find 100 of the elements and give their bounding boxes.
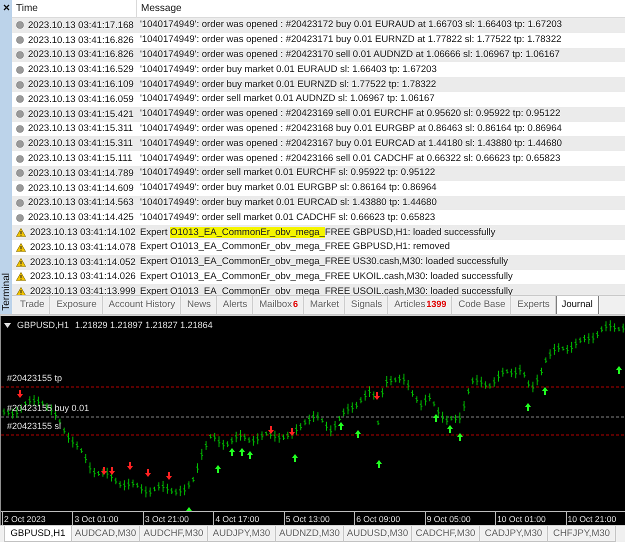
terminal-tab[interactable]: Trade (14, 296, 50, 314)
info-dot-icon (16, 124, 24, 133)
time-cell: 2023.10.13 03:41:16.059 (28, 94, 134, 105)
chart-quote: 1.21829 1.21897 1.21827 1.21864 (75, 320, 213, 330)
info-dot-icon (16, 36, 24, 44)
down-arrow-icon (289, 428, 295, 436)
down-arrow-icon (374, 392, 380, 400)
info-dot-icon (16, 66, 24, 74)
time-cell: 2023.10.13 03:41:14.052 (30, 256, 136, 268)
warning-icon (16, 272, 26, 282)
message-cell-text: Expert O1013_EA_CommonEr_obv_mega_FREE UKOIL.cash,M30: loaded successfully (139, 270, 513, 283)
message-cell-text: '1040174949': order buy market 0.01 EURNZD sl: 1.77522 tp: 1.78322 (139, 78, 436, 91)
time-cell: 2023.10.13 03:41:16.826 (28, 49, 134, 60)
up-arrow-icon (525, 403, 531, 411)
message-cell-text: '1040174949': order was opened : #20423169 sell 0.01 EURCHF at 0.95620 sl: 0.95922 tp: 0.95122 (139, 108, 560, 120)
up-arrow-icon (292, 454, 298, 462)
close-icon[interactable] (2, 4, 10, 11)
terminal-tab[interactable]: News (181, 296, 217, 314)
info-dot-icon (16, 169, 24, 178)
down-arrow-icon (17, 390, 23, 398)
message-cell-text: '1040174949': order was opened : #20423167 buy 0.01 EURCAD at 1.44180 sl: 1.43880 tp: 1.44680 (139, 138, 562, 150)
time-cell: 2023.10.13 03:41:14.026 (30, 271, 136, 282)
info-dot-icon (16, 80, 24, 89)
info-dot-icon (16, 50, 24, 59)
message-cell-text: Expert O1013_EA_CommonEr_obv_mega_FREE GBPUSD,H1: loaded successfully (139, 226, 496, 239)
info-dot-icon (16, 184, 24, 192)
message-cell-text: '1040174949': order sell market 0.01 CADCHF sl: 0.66623 tp: 0.65823 (139, 212, 436, 224)
warning-icon (16, 228, 26, 238)
time-cell: 2023.10.13 03:41:13.999 (30, 286, 136, 295)
time-cell: 2023.10.13 03:41:15.311 (28, 123, 133, 134)
terminal-tab[interactable]: Signals (345, 296, 388, 314)
message-cell-text: '1040174949': order was opened : #20423172 buy 0.01 EURAUD at 1.66703 sl: 1.66403 tp: 1.67203 (139, 19, 562, 32)
time-cell: 2023.10.13 03:41:16.109 (28, 79, 134, 90)
up-arrow-icon (215, 465, 221, 473)
chart-tab[interactable]: AUDCAD,M30 (72, 526, 140, 542)
chart-tab[interactable]: AUDNZD,M30 (276, 526, 344, 542)
dropdown-triangle-icon[interactable] (4, 322, 11, 328)
column-header[interactable]: Message (137, 0, 625, 17)
warning-icon (16, 258, 26, 267)
warning-icon (16, 242, 26, 252)
info-dot-icon (16, 154, 24, 163)
price-level-label: #20423155 sl (7, 421, 62, 431)
time-cell: 2023.10.13 03:41:17.168 (28, 20, 134, 31)
info-dot-icon (16, 95, 24, 104)
terminal-tab[interactable]: Mailbox6 (253, 296, 304, 314)
time-cell: 2023.10.13 03:41:14.563 (28, 197, 134, 208)
message-cell-text: '1040174949': order sell market 0.01 AUDNZD sl: 1.06967 tp: 1.06167 (139, 93, 435, 106)
terminal-tab[interactable]: Account History (102, 296, 182, 314)
chart-tab[interactable]: AUDUSD,M30 (344, 526, 412, 542)
time-cell: 2023.10.13 03:41:15.311 (28, 138, 133, 150)
info-dot-icon (16, 198, 24, 207)
terminal-tab[interactable]: Alerts (216, 296, 254, 314)
chart-symbol: GBPUSD,H1 (17, 320, 70, 330)
terminal-tab[interactable]: Journal (556, 296, 599, 314)
message-cell-text: '1040174949': order was opened : #20423168 buy 0.01 EURGBP at 0.86463 sl: 0.86164 tp: 0.86964 (139, 122, 562, 135)
info-dot-icon (16, 110, 24, 118)
message-cell-text: '1040174949': order buy market 0.01 EURAUD sl: 1.66403 tp: 1.67203 (139, 64, 437, 76)
down-arrow-icon (127, 462, 133, 470)
time-cell: 2023.10.13 03:41:14.102 (30, 227, 136, 238)
down-arrow-icon (145, 469, 151, 477)
up-arrow-icon (542, 387, 548, 395)
message-cell-text: '1040174949': order was opened : #20423171 buy 0.01 EURNZD at 1.77822 sl: 1.77522 tp: 1.78322 (139, 34, 562, 46)
time-cell: 2023.10.13 03:41:14.789 (28, 168, 134, 179)
up-arrow-icon (616, 366, 622, 374)
time-cell: 2023.10.13 03:41:16.826 (28, 34, 134, 46)
time-cell: 2023.10.13 03:41:14.078 (30, 242, 136, 253)
message-cell-text: '1040174949': order buy market 0.01 EURCAD sl: 1.43880 tp: 1.44680 (139, 196, 437, 209)
info-dot-icon (16, 140, 24, 148)
down-arrow-icon (268, 426, 274, 434)
message-cell-text: Expert O1013_EA_CommonEr_obv_mega_FREE GBPUSD,H1: removed (139, 241, 450, 254)
time-cell: 2023.10.13 03:41:15.111 (28, 153, 132, 164)
time-cell: 2023.10.13 03:41:15.421 (28, 108, 134, 120)
column-header[interactable]: Time (12, 0, 137, 17)
chart-tab[interactable]: CADCHF,M30 (412, 526, 480, 542)
terminal-tab[interactable]: Articles 1399 (388, 296, 452, 314)
time-cell: 2023.10.13 03:41:14.425 (28, 212, 134, 224)
message-cell-text: '1040174949': order sell market 0.01 EURCHF sl: 0.95922 tp: 0.95122 (139, 167, 436, 180)
time-cell: 2023.10.13 03:41:16.529 (28, 64, 134, 76)
message-cell-text: '1040174949': order was opened : #20423166 sell 0.01 CADCHF at 0.66322 sl: 0.66623 tp: 0.65823 (139, 152, 560, 165)
up-arrow-icon (186, 507, 192, 511)
terminal-tab[interactable]: Market (304, 296, 346, 314)
message-cell-text: Expert O1013_EA_CommonEr_obv_mega_FREE US30.cash,M30: loaded successfully (139, 256, 508, 268)
price-level-label: #20423155 tp (7, 373, 62, 383)
down-arrow-icon (166, 472, 172, 480)
chart-tab[interactable]: AUDJPY,M30 (208, 526, 276, 542)
info-dot-icon (16, 21, 24, 30)
up-arrow-icon (338, 422, 344, 430)
terminal-tab[interactable]: Code Base (452, 296, 512, 314)
chart-tab[interactable]: AUDCHF,M30 (140, 526, 208, 542)
time-cell: 2023.10.13 03:41:14.609 (28, 182, 134, 194)
up-arrow-icon (355, 430, 361, 438)
terminal-title: Terminal (0, 273, 12, 311)
info-dot-icon (16, 214, 24, 222)
chart-tab[interactable]: CADJPY,M30 (480, 526, 548, 542)
up-arrow-icon (376, 460, 382, 468)
terminal-tab[interactable]: Exposure (50, 296, 103, 314)
message-cell-text: '1040174949': order was opened : #20423170 sell 0.01 AUDNZD at 1.06666 sl: 1.06967 tp: 1.06167 (139, 48, 560, 61)
chart-tab[interactable]: CHFJPY,M30 (548, 526, 616, 542)
chart-tab[interactable]: GBPUSD,H1 (4, 526, 72, 542)
message-cell-text: '1040174949': order buy market 0.01 EURGBP sl: 0.86164 tp: 0.86964 (139, 182, 437, 194)
